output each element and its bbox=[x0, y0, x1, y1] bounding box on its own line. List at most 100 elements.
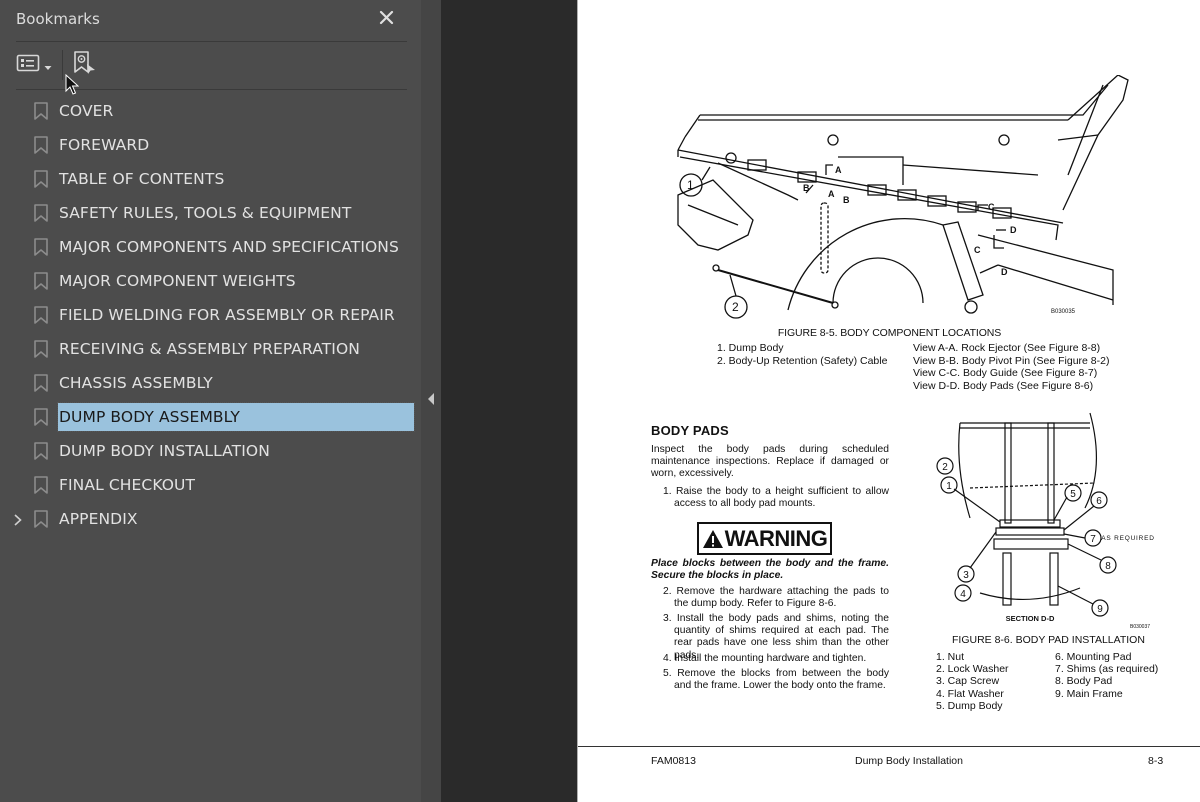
callout-1: 1 bbox=[687, 178, 694, 192]
step-5: 5. Remove the blocks from between the bo… bbox=[663, 668, 889, 692]
legend-item: View C-C. Body Guide (See Figure 8-7) bbox=[913, 367, 1098, 379]
step-4: 4. Install the mounting hardware and tig… bbox=[663, 653, 867, 664]
bookmarks-toolbar bbox=[16, 50, 97, 80]
bookmark-icon bbox=[34, 136, 48, 154]
warning-banner: WARNING bbox=[697, 522, 832, 555]
section-mark-b: B bbox=[843, 195, 850, 205]
callout-1: 1 bbox=[946, 481, 952, 492]
bookmark-label: APPENDIX bbox=[59, 510, 138, 528]
bookmark-icon bbox=[34, 476, 48, 494]
step-1: 1. Raise the body to a height sufficient… bbox=[663, 486, 889, 510]
bookmark-major-components[interactable]: MAJOR COMPONENTS AND SPECIFICATIONS bbox=[0, 230, 421, 264]
body-side-top bbox=[684, 114, 701, 138]
document-viewer[interactable]: 1 2 A A B B C C D D B030035 FIGURE 8-5. … bbox=[441, 0, 1200, 802]
warning-label: WARNING bbox=[724, 525, 828, 551]
figure-8-6-legend-left: 1. Nut 2. Lock Washer 3. Cap Screw 4. Fl… bbox=[936, 651, 1009, 712]
legend-item: 1. Nut bbox=[936, 651, 965, 663]
legend-item: 6. Mounting Pad bbox=[1055, 651, 1132, 663]
bookmarks-header: Bookmarks bbox=[16, 8, 405, 32]
bookmark-label: FOREWARD bbox=[59, 136, 150, 154]
bookmark-dump-body-installation[interactable]: DUMP BODY INSTALLATION bbox=[0, 434, 421, 468]
callout-7: 7 bbox=[1090, 534, 1096, 545]
callout-6: 6 bbox=[1096, 496, 1102, 507]
figure-8-5-caption: FIGURE 8-5. BODY COMPONENT LOCATIONS bbox=[777, 327, 1002, 339]
section-mark-b: B bbox=[803, 183, 810, 193]
bookmark-icon bbox=[34, 442, 48, 460]
chevron-right-icon[interactable] bbox=[12, 512, 24, 526]
web-right bbox=[1047, 422, 1055, 524]
options-menu-button[interactable] bbox=[16, 51, 52, 79]
bookmark-label: FINAL CHECKOUT bbox=[59, 476, 196, 494]
figure-8-6-caption: FIGURE 8-6. BODY PAD INSTALLATION bbox=[952, 634, 1145, 646]
bookmark-label: FIELD WELDING FOR ASSEMBLY OR REPAIR bbox=[59, 306, 395, 324]
panel-splitter[interactable] bbox=[421, 0, 441, 802]
bookmark-icon bbox=[34, 102, 48, 120]
warning-triangle-icon bbox=[702, 529, 723, 548]
close-icon[interactable] bbox=[377, 8, 397, 28]
body-front bbox=[1062, 75, 1129, 211]
callout-3: 3 bbox=[963, 570, 969, 581]
intro-paragraph: Inspect the body pads during scheduled m… bbox=[651, 444, 889, 480]
body-top-rail bbox=[700, 84, 1109, 116]
footer-chapter: Dump Body Installation bbox=[855, 755, 963, 767]
header-divider bbox=[16, 41, 407, 42]
bookmark-icon bbox=[34, 272, 48, 290]
bookmark-appendix[interactable]: APPENDIX bbox=[0, 502, 421, 536]
legend-item: 3. Cap Screw bbox=[936, 675, 1000, 688]
bookmark-field-welding[interactable]: FIELD WELDING FOR ASSEMBLY OR REPAIR bbox=[0, 298, 421, 332]
warning-text: Place blocks between the body and the fr… bbox=[651, 558, 889, 582]
bookmark-icon bbox=[34, 204, 48, 222]
figure-body-pad-installation: 2 1 5 6 7 8 3 4 9 AS REQUIRED SECTION D-… bbox=[936, 412, 1155, 630]
figure-8-5-legend-left: 1. Dump Body 2. Body-Up Retention (Safet… bbox=[717, 342, 887, 367]
bookmark-label: CHASSIS ASSEMBLY bbox=[59, 374, 213, 392]
footer-divider bbox=[578, 746, 1200, 747]
legend-item: 9. Main Frame bbox=[1055, 687, 1123, 700]
bookmark-table-of-contents[interactable]: TABLE OF CONTENTS bbox=[0, 162, 421, 196]
bookmark-receiving[interactable]: RECEIVING & ASSEMBLY PREPARATION bbox=[0, 332, 421, 366]
legend-item: View A-A. Rock Ejector (See Figure 8-8) bbox=[913, 342, 1101, 354]
list-options-icon bbox=[16, 53, 40, 77]
legend-item: View B-B. Body Pivot Pin (See Figure 8-2… bbox=[913, 354, 1110, 367]
callout-8: 8 bbox=[1105, 561, 1111, 572]
bookmark-cover[interactable]: COVER bbox=[0, 94, 421, 128]
section-heading: BODY PADS bbox=[651, 423, 729, 438]
bookmark-label: MAJOR COMPONENT WEIGHTS bbox=[59, 272, 296, 290]
bookmark-icon bbox=[34, 306, 48, 324]
section-mark-a: A bbox=[828, 189, 835, 199]
step-2: 2. Remove the hardware attaching the pad… bbox=[663, 586, 889, 610]
callout-4: 4 bbox=[960, 589, 966, 600]
figure-8-6-legend-right: 6. Mounting Pad 7. Shims (as required) 8… bbox=[1055, 651, 1158, 700]
legend-item: 1. Dump Body bbox=[717, 342, 784, 354]
drawing-id: B030035 bbox=[1051, 309, 1076, 315]
bookmark-icon bbox=[34, 510, 48, 528]
legend-item: View D-D. Body Pads (See Figure 8-6) bbox=[913, 379, 1094, 392]
legend-item: 4. Flat Washer bbox=[936, 687, 1004, 700]
bookmarks-panel: Bookmarks COVER FOREWARD TABLE OF CONTEN… bbox=[0, 0, 421, 802]
bookmark-dump-body-assembly[interactable]: DUMP BODY ASSEMBLY bbox=[0, 400, 421, 434]
pdf-page: 1 2 A A B B C C D D B030035 FIGURE 8-5. … bbox=[577, 0, 1200, 802]
bookmark-label: TABLE OF CONTENTS bbox=[59, 170, 225, 188]
as-required-label: AS REQUIRED bbox=[1101, 535, 1155, 542]
bookmark-label: COVER bbox=[59, 102, 114, 120]
bookmark-label: SAFETY RULES, TOOLS & EQUIPMENT bbox=[59, 204, 352, 222]
legend-item: 7. Shims (as required) bbox=[1055, 663, 1159, 676]
bookmark-safety-rules[interactable]: SAFETY RULES, TOOLS & EQUIPMENT bbox=[0, 196, 421, 230]
legend-item: 5. Dump Body bbox=[936, 699, 1003, 712]
frame-web-left bbox=[1002, 552, 1012, 606]
bookmark-list: COVER FOREWARD TABLE OF CONTENTS SAFETY … bbox=[0, 94, 421, 536]
chevron-down-icon bbox=[44, 56, 52, 75]
drawing-id: B030037 bbox=[1130, 624, 1150, 630]
section-mark-c: C bbox=[988, 202, 995, 212]
callout-2: 2 bbox=[732, 300, 739, 314]
bookmark-component-weights[interactable]: MAJOR COMPONENT WEIGHTS bbox=[0, 264, 421, 298]
section-mark-d: D bbox=[1010, 225, 1017, 235]
section-mark-c: C bbox=[974, 245, 981, 255]
figure-8-5-legend-right: View A-A. Rock Ejector (See Figure 8-8) … bbox=[913, 342, 1109, 392]
bookmark-label: RECEIVING & ASSEMBLY PREPARATION bbox=[59, 340, 360, 358]
legend-item: 8. Body Pad bbox=[1055, 675, 1113, 688]
collapse-panel-icon[interactable] bbox=[427, 392, 435, 406]
bookmark-icon bbox=[34, 238, 48, 256]
bookmark-final-checkout[interactable]: FINAL CHECKOUT bbox=[0, 468, 421, 502]
bookmark-foreward[interactable]: FOREWARD bbox=[0, 128, 421, 162]
bookmark-chassis-assembly[interactable]: CHASSIS ASSEMBLY bbox=[0, 366, 421, 400]
